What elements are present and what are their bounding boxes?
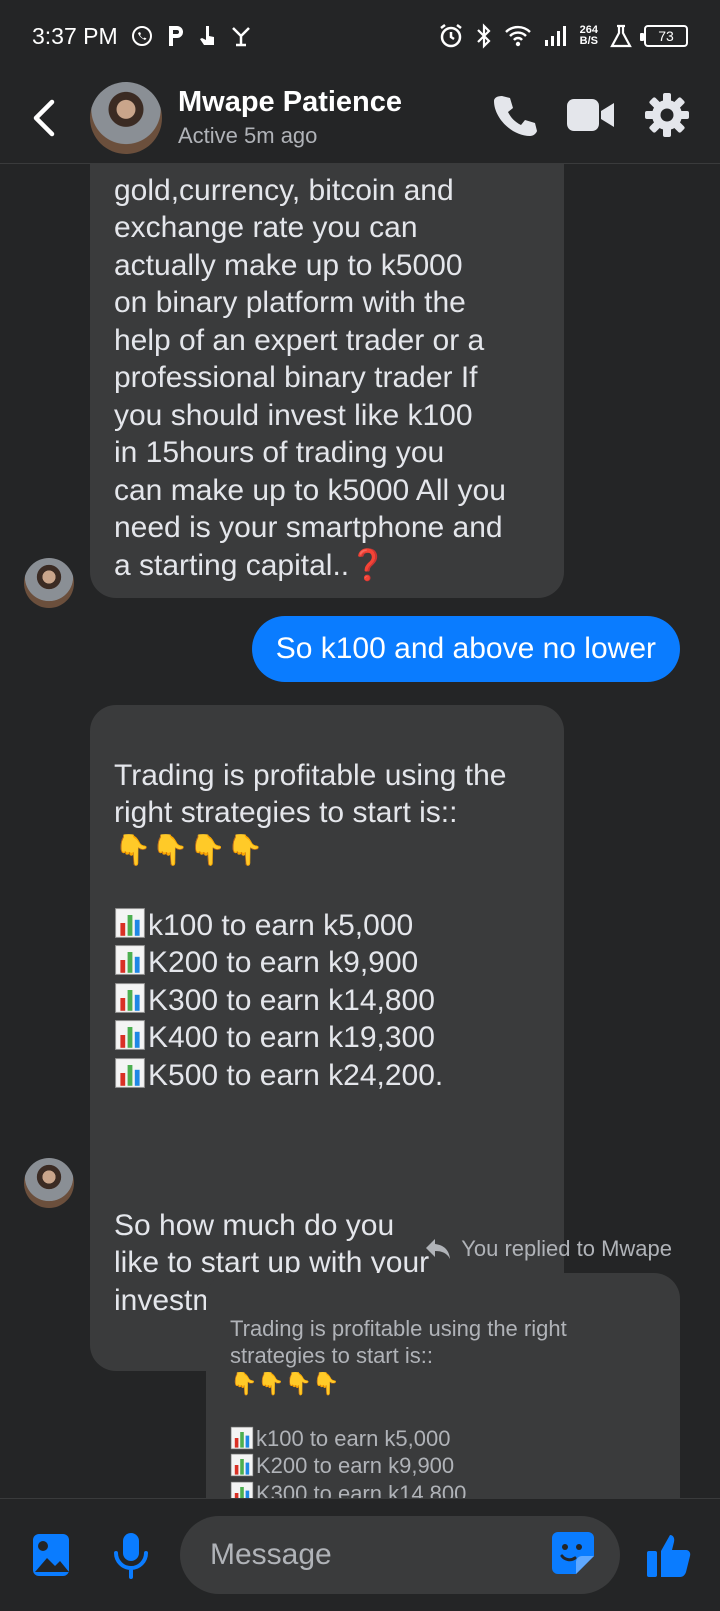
reply-label-text: You replied to Mwape xyxy=(461,1236,672,1261)
voice-call-button[interactable] xyxy=(492,92,538,143)
incoming-message-bubble[interactable]: Trading is profitable using the right st… xyxy=(90,705,564,1371)
outgoing-message-bubble[interactable]: So k100 and above no lower xyxy=(251,616,680,682)
sticker-icon xyxy=(552,1531,594,1574)
bluetooth-icon xyxy=(476,23,492,49)
list-item-text: k100 to earn k5,000 xyxy=(148,908,414,942)
reply-arrow-icon xyxy=(426,1239,451,1259)
bar-chart-icon xyxy=(230,1481,254,1498)
battery-icon: 73 xyxy=(640,25,688,47)
video-camera-icon xyxy=(567,99,614,131)
image-icon xyxy=(33,1534,69,1576)
header-actions xyxy=(492,92,720,143)
signal-icon xyxy=(544,25,568,47)
sender-avatar[interactable] xyxy=(24,558,74,608)
message-text: So k100 and above no lower xyxy=(275,632,656,665)
list-item-text: K400 to earn k19,300 xyxy=(148,1021,435,1054)
whatsapp-icon xyxy=(130,24,154,48)
bar-chart-icon xyxy=(115,945,145,975)
status-bar-left: 3:37 PM xyxy=(32,23,252,50)
message-text: gold,currency, bitcoin and exchange rate… xyxy=(114,173,506,582)
contact-name: Mwape Patience xyxy=(178,86,403,118)
bar-chart-icon xyxy=(230,1426,254,1449)
message-list-items: k100 to earn k5,000 K200 to earn k9,900 K3… xyxy=(114,907,540,1095)
touch-icon xyxy=(198,24,218,48)
list-item: k100 to earn k5,000 xyxy=(114,907,540,945)
list-item-text: K300 to earn k14,800 xyxy=(148,983,435,1017)
list-item: K300 to earn k14,800 xyxy=(114,982,540,1020)
back-arrow-icon xyxy=(33,99,55,136)
network-speed-unit: B/S xyxy=(579,35,598,47)
message-composer xyxy=(0,1498,720,1611)
list-item-text: k100 to earn k5,000 xyxy=(256,1425,451,1451)
message-input-container[interactable] xyxy=(180,1516,620,1594)
chat-header: Mwape Patience Active 5m ago xyxy=(0,72,720,164)
bar-chart-icon xyxy=(115,982,145,1013)
message-text-partial: between xyxy=(114,164,540,172)
sender-avatar[interactable] xyxy=(24,1158,74,1208)
sticker-button[interactable] xyxy=(550,1530,596,1581)
video-call-button[interactable] xyxy=(566,95,616,140)
bar-chart-icon xyxy=(115,1020,145,1050)
contact-title-block[interactable]: Mwape Patience Active 5m ago xyxy=(178,86,492,149)
message-list[interactable]: betweengold,currency, bitcoin and exchan… xyxy=(0,164,720,1498)
list-item-text: K500 to earn k24,200. xyxy=(148,1058,444,1092)
status-bar-right: 264 B/S 73 xyxy=(438,23,688,49)
gallery-button[interactable] xyxy=(20,1524,82,1586)
network-speed: 264 B/S xyxy=(580,25,598,47)
battery-level: 73 xyxy=(658,28,674,44)
list-item-text: K200 to earn k9,900 xyxy=(148,946,419,979)
contact-status: Active 5m ago xyxy=(178,123,318,148)
list-item: K300 to earn k14,800 xyxy=(230,1480,656,1499)
reply-indicator: You replied to Mwape xyxy=(425,1236,672,1262)
list-item: K200 to earn k9,900 xyxy=(114,944,540,982)
bar-chart-icon xyxy=(115,907,145,938)
list-item: k100 to earn k5,000 xyxy=(230,1425,656,1453)
list-item: K400 to earn k19,300 xyxy=(114,1019,540,1057)
flask-icon xyxy=(610,24,632,48)
gear-icon xyxy=(645,93,689,137)
quoted-intro: Trading is profitable using the right st… xyxy=(230,1315,567,1396)
list-item-text: K200 to earn k9,900 xyxy=(256,1453,455,1478)
message-input[interactable] xyxy=(210,1538,510,1572)
back-button[interactable] xyxy=(0,72,90,164)
bar-chart-icon xyxy=(115,1057,145,1088)
voice-message-button[interactable] xyxy=(100,1524,162,1586)
wifi-icon xyxy=(504,24,532,48)
thumbs-up-icon xyxy=(647,1535,691,1577)
quoted-list-items: k100 to earn k5,000 K200 to earn k9,900 K3… xyxy=(230,1425,656,1499)
message-intro: Trading is profitable using the right st… xyxy=(114,758,507,867)
list-item-text: K300 to earn k14,800 xyxy=(256,1480,467,1499)
alarm-icon xyxy=(438,23,464,49)
contact-avatar[interactable] xyxy=(90,81,162,154)
like-button[interactable] xyxy=(638,1524,700,1586)
list-item: K500 to earn k24,200. xyxy=(114,1057,540,1095)
quoted-message-bubble[interactable]: Trading is profitable using the right st… xyxy=(206,1273,680,1498)
microphone-icon xyxy=(114,1533,148,1579)
status-bar: 3:37 PM 264 B/S 73 xyxy=(0,0,720,72)
bar-chart-icon xyxy=(230,1453,254,1477)
status-time: 3:37 PM xyxy=(32,22,118,49)
incoming-message-bubble[interactable]: betweengold,currency, bitcoin and exchan… xyxy=(90,164,564,598)
phone-icon xyxy=(494,96,537,136)
parking-icon xyxy=(166,24,186,48)
antenna-icon xyxy=(230,25,252,47)
list-item: K200 to earn k9,900 xyxy=(230,1452,656,1480)
settings-button[interactable] xyxy=(644,92,690,143)
